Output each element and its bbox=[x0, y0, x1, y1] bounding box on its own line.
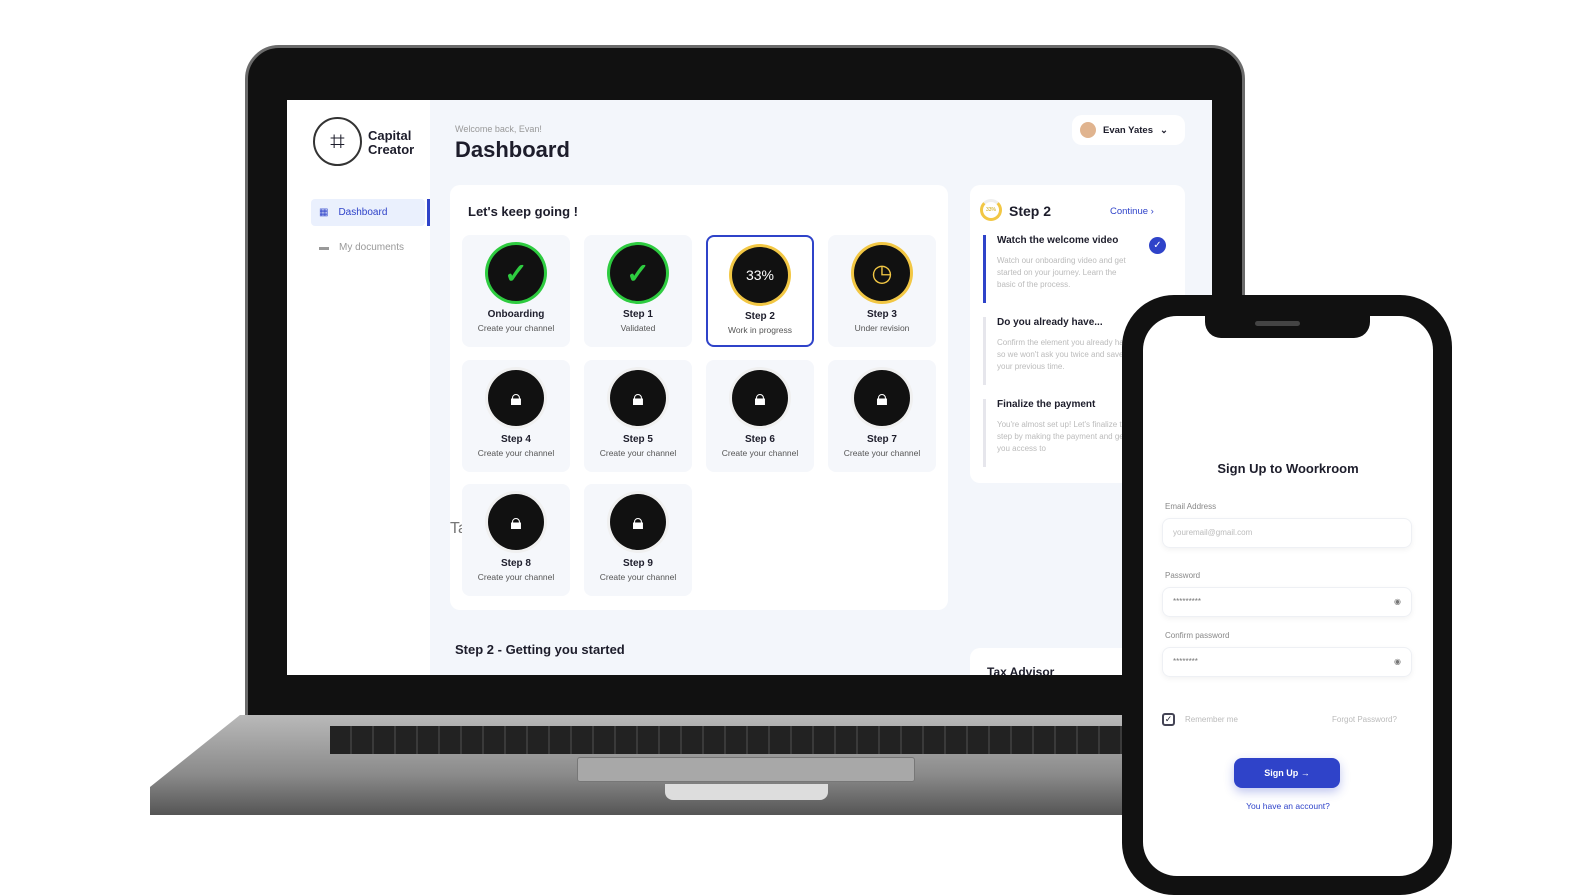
tile-title: Step 6 bbox=[744, 434, 775, 445]
chevron-right-icon: › bbox=[1150, 206, 1154, 217]
tile-title: Step 8 bbox=[500, 558, 531, 569]
tile-title: Step 5 bbox=[622, 434, 653, 445]
password-field[interactable]: ********* ◉ bbox=[1162, 587, 1412, 617]
login-link[interactable]: You have an account? bbox=[1143, 801, 1433, 811]
tile-subtitle: Under revision bbox=[854, 323, 910, 333]
tile-title: Step 2 bbox=[744, 311, 775, 322]
brand: Capital Creator bbox=[368, 129, 414, 157]
chevron-down-icon: ⌄ bbox=[1160, 124, 1168, 136]
lock-icon: 🔒︎ bbox=[488, 370, 544, 426]
step-tile[interactable]: 🔒︎ Step 9 Create your channel bbox=[584, 484, 692, 596]
forgot-password-link[interactable]: Forgot Password? bbox=[1332, 715, 1397, 724]
tile-subtitle: Create your channel bbox=[721, 448, 799, 458]
active-indicator bbox=[427, 199, 430, 226]
tile-subtitle: Work in progress bbox=[727, 325, 793, 335]
sidebar-item-label: Dashboard bbox=[338, 207, 388, 218]
tile-subtitle: Create your channel bbox=[843, 448, 921, 458]
continue-link[interactable]: Continue › bbox=[1110, 206, 1154, 217]
keyboard bbox=[330, 726, 1130, 754]
laptop-screen: ⌗ Capital Creator ▦ Dashboard ▬ My document… bbox=[287, 100, 1212, 675]
step-tile[interactable]: 🔒︎ Step 5 Create your channel bbox=[584, 360, 692, 472]
step-tile[interactable]: 🔒︎ Step 4 Create your channel bbox=[462, 360, 570, 472]
brand-line: Capital bbox=[368, 128, 412, 143]
section-title: Step 2 - Getting you started bbox=[455, 642, 625, 657]
lock-icon: 🔒︎ bbox=[854, 370, 910, 426]
brand-line: Creator bbox=[368, 142, 415, 157]
password-label: Password bbox=[1165, 571, 1201, 580]
continue-label: Continue bbox=[1110, 206, 1149, 217]
progress-heading: Let's keep going ! bbox=[468, 204, 578, 219]
eye-icon[interactable]: ◉ bbox=[1394, 597, 1401, 607]
step-item-title: Watch the welcome video bbox=[997, 235, 1119, 246]
tile-subtitle: Validated bbox=[620, 323, 656, 333]
step-tile[interactable]: 33% Step 2 Work in progress bbox=[706, 235, 814, 347]
sidebar-item-label: My documents bbox=[339, 242, 405, 253]
folder-icon: ▬ bbox=[319, 242, 329, 253]
tile-title: Onboarding bbox=[487, 309, 545, 320]
lock-icon: 🔒︎ bbox=[610, 494, 666, 550]
sidebar-item-dashboard[interactable]: ▦ Dashboard bbox=[311, 199, 425, 226]
step-item[interactable]: Watch the welcome video Watch our onboard… bbox=[983, 235, 1183, 303]
confirm-value: ******** bbox=[1173, 657, 1198, 666]
tile-title: Step 3 bbox=[866, 309, 897, 320]
tile-subtitle: Create your channel bbox=[477, 572, 555, 582]
step-tile[interactable]: ✓ Onboarding Create your channel bbox=[462, 235, 570, 347]
eye-icon[interactable]: ◉ bbox=[1394, 657, 1401, 667]
page-title: Dashboard bbox=[455, 137, 570, 162]
remember-checkbox[interactable]: ✓ bbox=[1162, 713, 1175, 726]
user-name: Evan Yates bbox=[1103, 124, 1154, 136]
lock-icon: 🔒︎ bbox=[610, 370, 666, 426]
welcome-text: Welcome back, Evan! bbox=[455, 124, 542, 134]
confirm-label: Confirm password bbox=[1165, 631, 1230, 640]
tile-subtitle: Create your channel bbox=[599, 572, 677, 582]
tile-title: Step 9 bbox=[622, 558, 653, 569]
step-tile[interactable]: 🔒︎ Step 8 Create your channel bbox=[462, 484, 570, 596]
step-tile[interactable]: ◷ Step 3 Under revision bbox=[828, 235, 936, 347]
lock-icon: 🔒︎ bbox=[488, 494, 544, 550]
user-menu[interactable]: Evan Yates ⌄ bbox=[1072, 115, 1185, 145]
sidebar: ⌗ Capital Creator ▦ Dashboard ▬ My document… bbox=[287, 100, 430, 675]
sign-up-button[interactable]: Sign Up → bbox=[1234, 758, 1340, 788]
signup-title: Sign Up to Woorkroom bbox=[1217, 461, 1359, 476]
trackpad bbox=[577, 757, 915, 782]
remember-label: Remember me bbox=[1185, 715, 1238, 724]
logo-icon: ⌗ bbox=[313, 117, 362, 166]
tile-subtitle: Create your channel bbox=[599, 448, 677, 458]
step-tile[interactable]: ✓ Step 1 Validated bbox=[584, 235, 692, 347]
step-progress-ring: 33% bbox=[980, 199, 1002, 221]
tile-title: Step 1 bbox=[622, 309, 653, 320]
check-icon: ✓ bbox=[610, 245, 666, 301]
step-item-text: You're almost set up! Let's finalize thi… bbox=[997, 420, 1132, 453]
avatar bbox=[1080, 122, 1096, 138]
laptop-notch bbox=[665, 784, 828, 800]
grid-icon: ▦ bbox=[319, 207, 329, 218]
tile-subtitle: Create your channel bbox=[477, 323, 555, 333]
step-title: Step 2 bbox=[1009, 203, 1052, 219]
password-value: ********* bbox=[1173, 597, 1202, 606]
step-item-text: Watch our onboarding video and get start… bbox=[997, 256, 1126, 289]
email-field[interactable]: youremail@gmail.com bbox=[1162, 518, 1412, 548]
check-icon: ✓ bbox=[488, 245, 544, 301]
step-tile[interactable]: 🔒︎ Step 7 Create your channel bbox=[828, 360, 936, 472]
progress-indicator: 33% bbox=[732, 247, 788, 303]
clock-icon: ◷ bbox=[854, 245, 910, 301]
lock-icon: 🔒︎ bbox=[732, 370, 788, 426]
step-tile[interactable]: 🔒︎ Step 6 Create your channel bbox=[706, 360, 814, 472]
phone-notch bbox=[1205, 314, 1370, 338]
confirm-password-field[interactable]: ******** ◉ bbox=[1162, 647, 1412, 677]
tile-title: Step 7 bbox=[866, 434, 897, 445]
sidebar-item-my-documents[interactable]: ▬ My documents bbox=[311, 234, 425, 261]
tile-title: Step 4 bbox=[500, 434, 531, 445]
email-label: Email Address bbox=[1165, 502, 1217, 511]
tile-subtitle: Create your channel bbox=[477, 448, 555, 458]
progress-card: Let's keep going ! Tasks ✓OnboardingCrea… bbox=[450, 185, 948, 610]
step-item-text: Confirm the element you already have so … bbox=[997, 338, 1133, 371]
email-placeholder: youremail@gmail.com bbox=[1173, 528, 1253, 537]
